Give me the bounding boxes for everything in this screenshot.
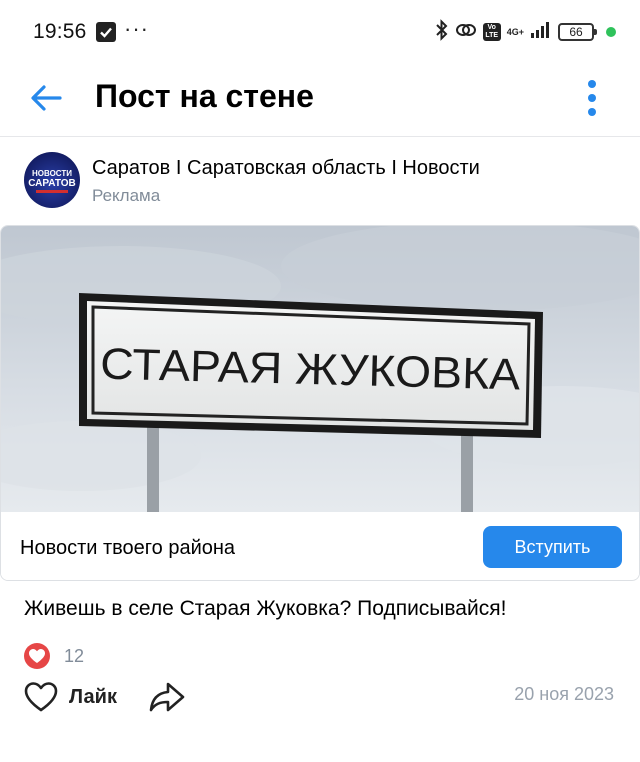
post-actions: Лайк 20 ноя 2023 xyxy=(0,676,640,720)
post-image[interactable]: СТАРАЯ ЖУКОВКА xyxy=(1,226,640,512)
back-button[interactable] xyxy=(28,80,68,116)
signal-icon xyxy=(530,21,552,44)
reactions-count: 12 xyxy=(64,646,85,666)
share-icon[interactable] xyxy=(148,681,186,718)
avatar-text-top: НОВОСТИ xyxy=(31,169,72,178)
ad-card[interactable]: СТАРАЯ ЖУКОВКА Новости твоего района Вст… xyxy=(0,225,640,581)
link-icon xyxy=(455,20,477,45)
battery-icon: 66 xyxy=(558,23,597,41)
bluetooth-icon xyxy=(435,18,449,46)
avatar-stripe xyxy=(36,190,68,193)
page-title: Пост на стене xyxy=(95,78,314,114)
like-button[interactable]: Лайк xyxy=(69,686,117,709)
post-author[interactable]: НОВОСТИ САРАТОВ Саратов I Саратовская об… xyxy=(0,140,640,220)
author-name[interactable]: Саратов I Саратовская область I Новости xyxy=(92,157,480,180)
header-divider xyxy=(0,136,640,137)
back-arrow-icon xyxy=(31,85,62,111)
privacy-indicator-dot xyxy=(606,27,616,37)
post-date: 20 ноя 2023 xyxy=(514,684,614,704)
more-vertical-icon[interactable] xyxy=(580,78,604,118)
heart-reaction-icon xyxy=(24,643,50,669)
road-sign: СТАРАЯ ЖУКОВКА xyxy=(79,293,543,438)
status-icons: Vo LTE 4G+ 66 xyxy=(435,18,616,46)
avatar-text-bottom: САРАТОВ xyxy=(28,178,76,189)
ad-card-footer: Новости твоего района Вступить xyxy=(1,512,639,580)
ad-card-caption: Новости твоего района xyxy=(20,537,236,559)
ad-label: Реклама xyxy=(92,186,161,205)
volte-icon: Vo LTE xyxy=(482,23,501,41)
like-heart-icon[interactable] xyxy=(24,682,58,717)
status-more-dots: ··· xyxy=(124,16,149,41)
join-button[interactable]: Вступить xyxy=(483,526,622,568)
check-notification-icon xyxy=(96,22,116,42)
status-time: 19:56 xyxy=(33,20,87,43)
post-text: Живешь в селе Старая Жуковка? Подписывай… xyxy=(24,597,507,620)
network-type: 4G+ xyxy=(506,27,524,37)
app-header: Пост на стене xyxy=(0,64,640,136)
avatar[interactable]: НОВОСТИ САРАТОВ xyxy=(24,152,80,208)
status-bar: 19:56 ··· Vo LTE 4G+ 66 xyxy=(0,0,640,64)
